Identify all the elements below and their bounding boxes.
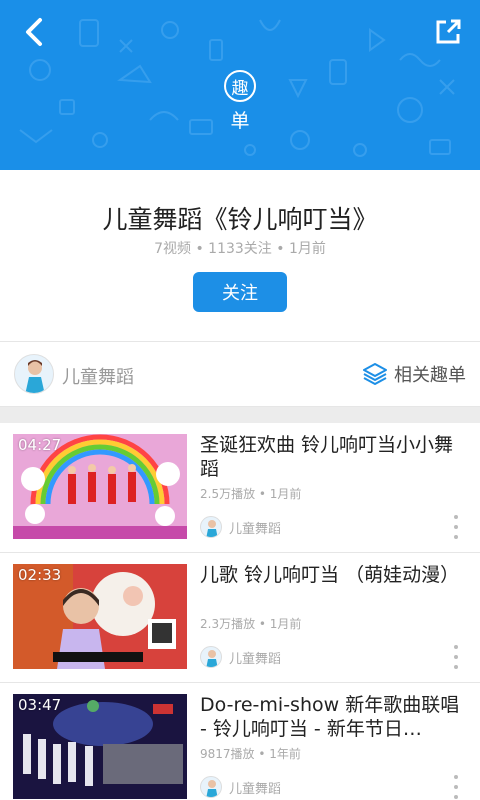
- related-playlists-label: 相关趣单: [394, 365, 466, 386]
- playlist-page: 趣 单 儿童舞蹈《铃儿响叮当》 7视频 • 1133关注 • 1月前 关注 儿童…: [0, 0, 480, 800]
- avatar-image: [201, 777, 221, 797]
- avatar-image: [201, 647, 221, 667]
- avatar-image: [15, 355, 53, 393]
- avatar: [200, 776, 222, 798]
- video-duration: 04:27: [18, 436, 62, 454]
- video-owner-name: 儿童舞蹈: [229, 521, 282, 537]
- video-owner[interactable]: 儿童舞蹈: [200, 646, 281, 668]
- chevron-left-icon: [26, 18, 42, 46]
- playlist-header: 趣 单: [0, 0, 480, 170]
- avatar: [200, 646, 222, 668]
- video-owner-name: 儿童舞蹈: [229, 781, 282, 797]
- video-meta: 2.3万播放 • 1月前: [200, 617, 302, 631]
- share-external-icon: [436, 19, 461, 44]
- playlist-title: 儿童舞蹈《铃儿响叮当》: [102, 205, 378, 234]
- more-vertical-icon[interactable]: [452, 515, 460, 539]
- video-duration: 03:47: [18, 696, 62, 714]
- section-divider: [0, 407, 480, 423]
- list-item[interactable]: 03:47 Do-re-mi-show 新年歌曲联唱 - 铃儿响叮当 - 新年节…: [0, 683, 480, 800]
- video-duration: 02:33: [18, 566, 62, 584]
- owner-row[interactable]: 儿童舞蹈 相关趣单: [0, 343, 480, 407]
- avatar[interactable]: [14, 354, 54, 394]
- more-vertical-icon[interactable]: [452, 775, 460, 799]
- video-owner-name: 儿童舞蹈: [229, 651, 282, 667]
- owner-name[interactable]: 儿童舞蹈: [62, 363, 134, 389]
- share-button[interactable]: [428, 12, 468, 52]
- follow-button[interactable]: 关注: [193, 272, 287, 312]
- playlist-meta: 7视频 • 1133关注 • 1月前: [154, 241, 326, 257]
- video-title[interactable]: 儿歌 铃儿响叮当 （萌娃动漫）: [200, 563, 468, 587]
- more-vertical-icon[interactable]: [452, 645, 460, 669]
- playlist-type-badge: 趣: [224, 70, 256, 102]
- avatar-image: [201, 517, 221, 537]
- list-item[interactable]: 04:27 圣诞狂欢曲 铃儿响叮当小小舞蹈 2.5万播放 • 1月前 儿童舞蹈: [0, 423, 480, 553]
- playlist-info: 儿童舞蹈《铃儿响叮当》 7视频 • 1133关注 • 1月前 关注: [0, 170, 480, 342]
- video-title[interactable]: Do-re-mi-show 新年歌曲联唱 - 铃儿响叮当 - 新年节日…: [200, 693, 468, 741]
- list-item[interactable]: 02:33 儿歌 铃儿响叮当 （萌娃动漫） 2.3万播放 • 1月前 儿童舞蹈: [0, 553, 480, 683]
- video-thumbnail[interactable]: 04:27: [13, 434, 187, 539]
- video-thumbnail[interactable]: 03:47: [13, 694, 187, 799]
- video-meta: 9817播放 • 1年前: [200, 747, 301, 761]
- video-owner[interactable]: 儿童舞蹈: [200, 776, 281, 798]
- video-title[interactable]: 圣诞狂欢曲 铃儿响叮当小小舞蹈: [200, 433, 468, 481]
- layers-icon: [363, 363, 387, 385]
- video-meta: 2.5万播放 • 1月前: [200, 487, 302, 501]
- avatar: [200, 516, 222, 538]
- related-playlists-button[interactable]: 相关趣单: [362, 361, 466, 387]
- video-owner[interactable]: 儿童舞蹈: [200, 516, 281, 538]
- playlist-type-label: 单: [230, 110, 250, 132]
- back-button[interactable]: [14, 12, 54, 52]
- video-thumbnail[interactable]: 02:33: [13, 564, 187, 669]
